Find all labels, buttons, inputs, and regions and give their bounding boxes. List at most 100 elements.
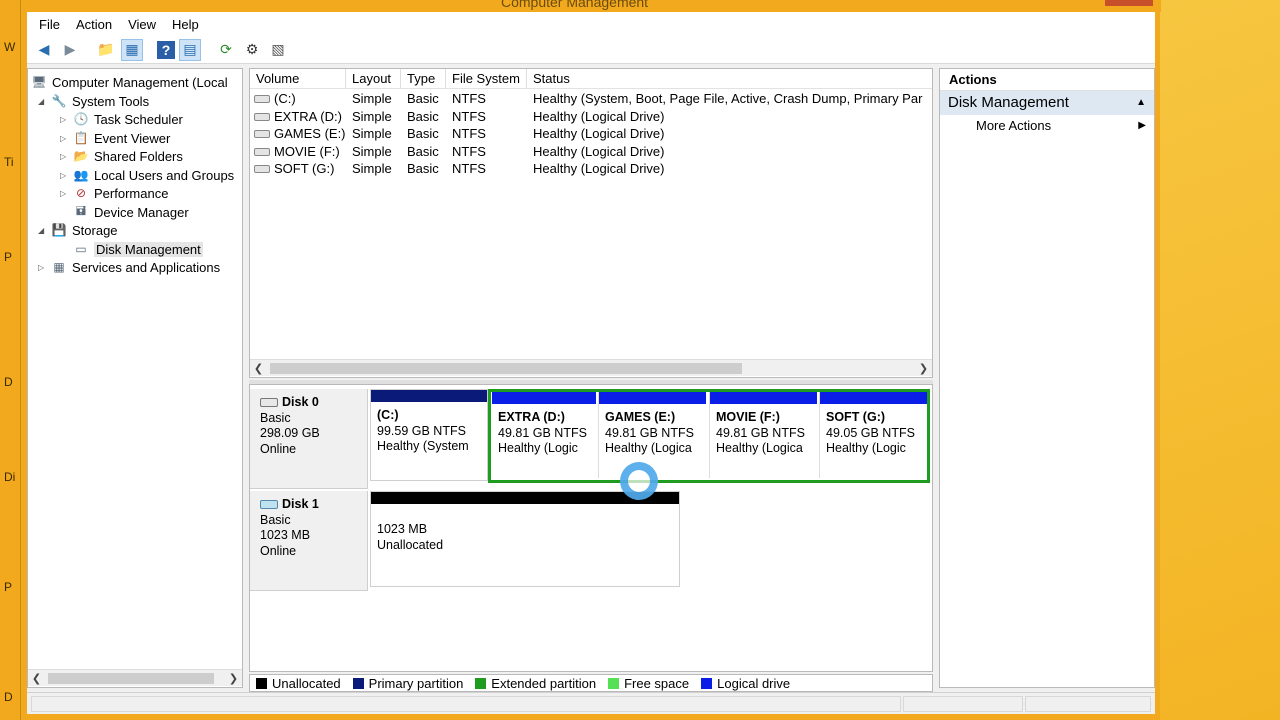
show-hide-tree-icon[interactable]: ▦ [121,38,143,61]
partition-c[interactable]: (C:) 99.59 GB NTFS Healthy (System [370,389,488,481]
menu-file[interactable]: File [31,17,68,32]
scroll-left-icon[interactable]: ❮ [28,672,45,685]
back-arrow-icon[interactable]: ◀ [33,39,55,61]
table-row[interactable]: SOFT (G:) Simple Basic NTFS Healthy (Log… [250,160,932,178]
logical-drive-bar [492,392,596,404]
more-actions-item[interactable]: More Actions ▶ [940,115,1154,137]
expand-arrow-icon[interactable]: ▷ [60,171,72,180]
expand-arrow-icon[interactable]: ▷ [60,152,72,161]
legend-swatch [352,677,364,689]
column-header-layout[interactable]: Layout [346,69,401,89]
volume-list-horizontal-scrollbar[interactable]: ❮ ❯ [250,359,932,376]
tree-root[interactable]: 🖥 Computer Management (Local [30,73,227,91]
tree-task-scheduler[interactable]: ▷ 🕓 Task Scheduler [60,110,183,128]
close-button[interactable] [1105,0,1153,6]
legend-item: Extended partition [475,676,596,691]
show-action-pane-icon[interactable]: ▤ [179,38,201,61]
title-bar: Computer Management [21,0,1161,12]
actions-section-disk-management[interactable]: Disk Management ▲ [940,91,1154,115]
scroll-thumb[interactable] [48,673,214,684]
tree-services[interactable]: ▷ ▦ Services and Applications [38,258,220,276]
scroll-left-icon[interactable]: ❮ [250,362,267,375]
table-row[interactable]: EXTRA (D:) Simple Basic NTFS Healthy (Lo… [250,108,932,126]
partition-name: (C:) [377,408,399,422]
partition-e[interactable]: GAMES (E:) 49.81 GB NTFS Healthy (Logica [598,392,706,478]
status-segment [31,696,901,712]
toolbar: ◀ ▶ 📁 ▦ ? ▤ ⟳ ⚙ ▧ [27,36,1155,64]
partition-status: Healthy (Logica [605,441,692,455]
logical-drive-bar [599,392,706,404]
services-icon: ▦ [53,260,65,274]
removable-disk-icon [260,500,278,510]
legend-item: Primary partition [352,676,463,691]
console-tree: 🖥 Computer Management (Local ◢ 🔧 System … [27,68,243,688]
disk-0-state: Online [260,441,297,456]
expand-arrow-icon[interactable]: ▷ [60,189,72,198]
window-title: Computer Management [501,0,649,10]
tree-performance[interactable]: ▷ ⊘ Performance [60,184,168,202]
volume-list: Volume Layout Type File System Status (C… [249,68,933,378]
settings-icon[interactable]: ▧ [267,39,289,61]
tree-storage[interactable]: ◢ 💾 Storage [38,221,118,239]
column-header-volume[interactable]: Volume [250,69,346,89]
tree-shared-folders[interactable]: ▷ 📂 Shared Folders [60,147,183,165]
tree-device-manager[interactable]: 🖬 Device Manager [72,203,189,221]
tree-horizontal-scrollbar[interactable]: ❮ ❯ [28,669,242,686]
forward-arrow-icon[interactable]: ▶ [59,39,81,61]
disk-1-unallocated[interactable]: 1023 MB Unallocated [370,491,680,587]
event-log-icon: 📋 [73,131,89,145]
scroll-right-icon[interactable]: ❯ [225,672,242,685]
scroll-thumb[interactable] [270,363,742,374]
partition-size: 49.81 GB NTFS [498,425,587,440]
tree-local-users[interactable]: ▷ 👥 Local Users and Groups [60,166,234,184]
partition-f[interactable]: MOVIE (F:) 49.81 GB NTFS Healthy (Logica [709,392,817,478]
partition-name: GAMES (E:) [605,410,676,424]
column-header-status[interactable]: Status [527,69,932,89]
expand-arrow-icon[interactable]: ▷ [60,115,72,124]
menu-action[interactable]: Action [68,17,120,32]
logical-drive-bar [710,392,817,404]
hard-disk-icon [260,398,278,408]
column-header-file-system[interactable]: File System [446,69,527,89]
tools-icon: 🔧 [51,94,67,108]
table-row[interactable]: MOVIE (F:) Simple Basic NTFS Healthy (Lo… [250,143,932,161]
partition-d[interactable]: EXTRA (D:) 49.81 GB NTFS Healthy (Logic [492,392,596,478]
disk-0-info[interactable]: Disk 0 Basic 298.09 GB Online [250,389,368,489]
collapse-arrow-icon[interactable]: ◢ [38,97,50,106]
properties-icon[interactable]: ⚙ [241,39,263,61]
table-row[interactable]: (C:) Simple Basic NTFS Healthy (System, … [250,90,932,108]
collapse-up-icon[interactable]: ▲ [1136,91,1146,115]
menu-view[interactable]: View [120,17,164,32]
disk-1-info[interactable]: Disk 1 Basic 1023 MB Online [250,491,368,591]
refresh-icon[interactable]: ⟳ [215,39,237,61]
disk-management-pane: Volume Layout Type File System Status (C… [249,68,933,692]
performance-icon: ⊘ [75,186,87,200]
toolbar-separator [205,39,211,61]
volume-icon [254,95,270,103]
expand-arrow-icon[interactable]: ▷ [38,263,50,272]
menu-help[interactable]: Help [164,17,207,32]
up-folder-icon[interactable]: 📁 [95,39,117,61]
disk-1-type: Basic [260,512,291,527]
expand-arrow-icon[interactable]: ▷ [60,134,72,143]
collapse-arrow-icon[interactable]: ◢ [38,226,50,235]
column-header-type[interactable]: Type [401,69,446,89]
scroll-right-icon[interactable]: ❯ [915,362,932,375]
tree-system-tools[interactable]: ◢ 🔧 System Tools [38,92,149,110]
partition-name: EXTRA (D:) [498,410,565,424]
help-icon[interactable]: ? [157,40,175,59]
status-segment [1025,696,1151,712]
volume-icon [254,113,270,121]
tree-disk-management[interactable]: ▭ Disk Management [72,240,203,258]
volume-icon [254,165,270,173]
tree-event-viewer[interactable]: ▷ 📋 Event Viewer [60,129,170,147]
computer-management-window: Computer Management File Action View Hel… [20,0,1161,720]
disk-0-name: Disk 0 [282,395,319,409]
disk-1-state: Online [260,543,297,558]
partition-size: 49.81 GB NTFS [605,425,694,440]
partition-g[interactable]: SOFT (G:) 49.05 GB NTFS Healthy (Logic [819,392,927,478]
disk-0-type: Basic [260,410,291,425]
toolbar-separator [147,39,153,61]
table-row[interactable]: GAMES (E:) Simple Basic NTFS Healthy (Lo… [250,125,932,143]
clock-icon: 🕓 [73,112,89,126]
